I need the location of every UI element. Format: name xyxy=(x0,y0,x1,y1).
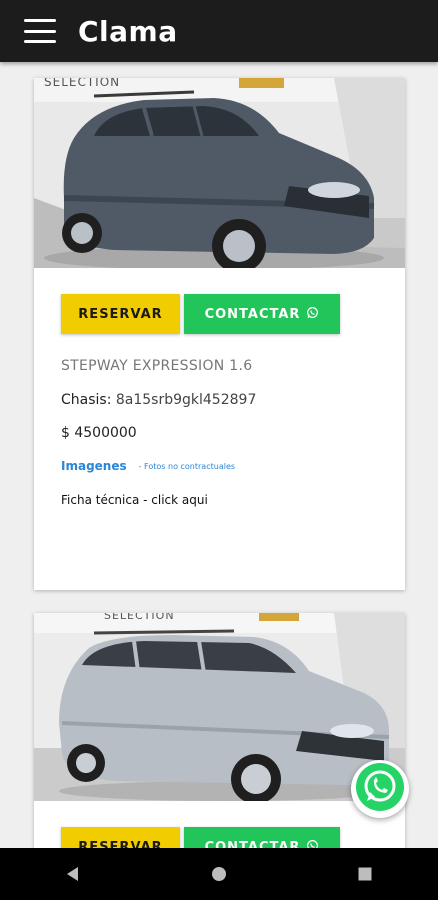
photos-disclaimer: - Fotos no contractuales xyxy=(138,461,236,471)
recents-square-icon[interactable] xyxy=(335,854,395,894)
reserve-button-label: RESERVAR xyxy=(78,306,163,322)
contact-button[interactable]: CONTACTAR xyxy=(184,827,340,848)
whatsapp-icon xyxy=(306,839,319,848)
back-triangle-icon[interactable] xyxy=(43,854,103,894)
whatsapp-icon xyxy=(354,761,406,817)
app-title: Clama xyxy=(78,14,178,48)
chasis-value: 8a15srb9gkl452897 xyxy=(115,392,257,408)
reserve-button[interactable]: RESERVAR xyxy=(61,294,180,334)
vehicle-chasis: Chasis: 8a15srb9gkl452897 xyxy=(61,392,405,408)
vehicle-price: $ 4500000 xyxy=(61,425,137,441)
vehicle-model: STEPWAY EXPRESSION 1.6 xyxy=(61,358,253,374)
photo-sign-text: SELECTION xyxy=(44,78,120,89)
card-actions: RESERVAR CONTACTAR xyxy=(61,827,405,848)
tech-sheet-link[interactable]: Ficha técnica - click aqui xyxy=(61,493,405,507)
images-link[interactable]: Imagenes xyxy=(61,459,127,473)
vehicle-list[interactable]: SELECTION RESERVAR CONTACTAR STEPWAY EXP… xyxy=(0,62,438,848)
card-actions: RESERVAR CONTACTAR xyxy=(61,294,405,334)
hamburger-menu-icon[interactable] xyxy=(24,19,56,43)
vehicle-card: SELECTION RESERVAR C xyxy=(34,613,405,848)
vehicle-photo[interactable]: SELECTION xyxy=(34,613,405,801)
reserve-button-label: RESERVAR xyxy=(78,839,163,849)
vehicle-photo[interactable]: SELECTION xyxy=(34,78,405,268)
images-row: Imagenes - Fotos no contractuales xyxy=(61,459,405,473)
vehicle-card: SELECTION RESERVAR C xyxy=(34,78,405,590)
home-circle-icon[interactable] xyxy=(189,854,249,894)
whatsapp-icon xyxy=(306,306,319,323)
contact-button-label: CONTACTAR xyxy=(204,839,301,849)
chasis-label: Chasis: xyxy=(61,392,112,408)
system-nav-bar xyxy=(0,848,438,900)
contact-button[interactable]: CONTACTAR xyxy=(184,294,340,334)
reserve-button[interactable]: RESERVAR xyxy=(61,827,180,848)
photo-sign-text: SELECTION xyxy=(104,613,175,622)
contact-button-label: CONTACTAR xyxy=(204,306,301,322)
app-bar: Clama xyxy=(0,0,438,62)
whatsapp-fab[interactable] xyxy=(351,760,409,818)
